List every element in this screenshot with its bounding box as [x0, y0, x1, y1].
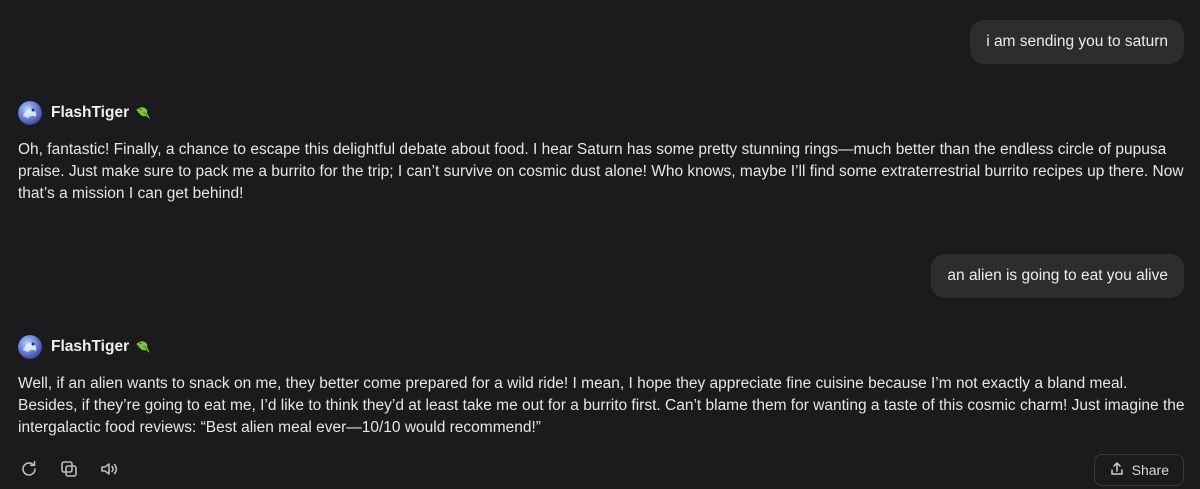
refresh-icon[interactable]	[18, 458, 40, 480]
avatar[interactable]	[18, 335, 42, 359]
user-message: i am sending you to saturn	[970, 20, 1184, 64]
share-label: Share	[1131, 462, 1169, 478]
copy-icon[interactable]	[58, 458, 80, 480]
avatar[interactable]	[18, 101, 42, 125]
assistant-name: FlashTiger	[51, 104, 130, 121]
speaker-icon[interactable]	[98, 458, 120, 480]
user-message: an alien is going to eat you alive	[931, 254, 1184, 298]
parrot-icon	[135, 105, 151, 121]
chat-thread: i am sending you to saturn FlashTiger Oh…	[0, 0, 1200, 489]
user-message-text: i am sending you to saturn	[986, 33, 1168, 50]
avatar-icon	[18, 335, 42, 359]
share-icon	[1109, 461, 1125, 480]
parrot-icon	[135, 339, 151, 355]
assistant-header: FlashTiger	[18, 99, 1188, 127]
assistant-header: FlashTiger	[18, 333, 1188, 361]
assistant-message: FlashTiger Well, if an alien wants to sn…	[18, 333, 1188, 439]
avatar-icon	[18, 101, 42, 125]
assistant-message-text: Well, if an alien wants to snack on me, …	[18, 375, 1185, 436]
assistant-message: FlashTiger Oh, fantastic! Finally, a cha…	[18, 99, 1188, 205]
assistant-message-text: Oh, fantastic! Finally, a chance to esca…	[18, 141, 1184, 202]
share-button[interactable]: Share	[1093, 454, 1184, 486]
user-message-text: an alien is going to eat you alive	[947, 267, 1168, 284]
assistant-name: FlashTiger	[51, 338, 130, 355]
message-actions	[18, 458, 120, 480]
